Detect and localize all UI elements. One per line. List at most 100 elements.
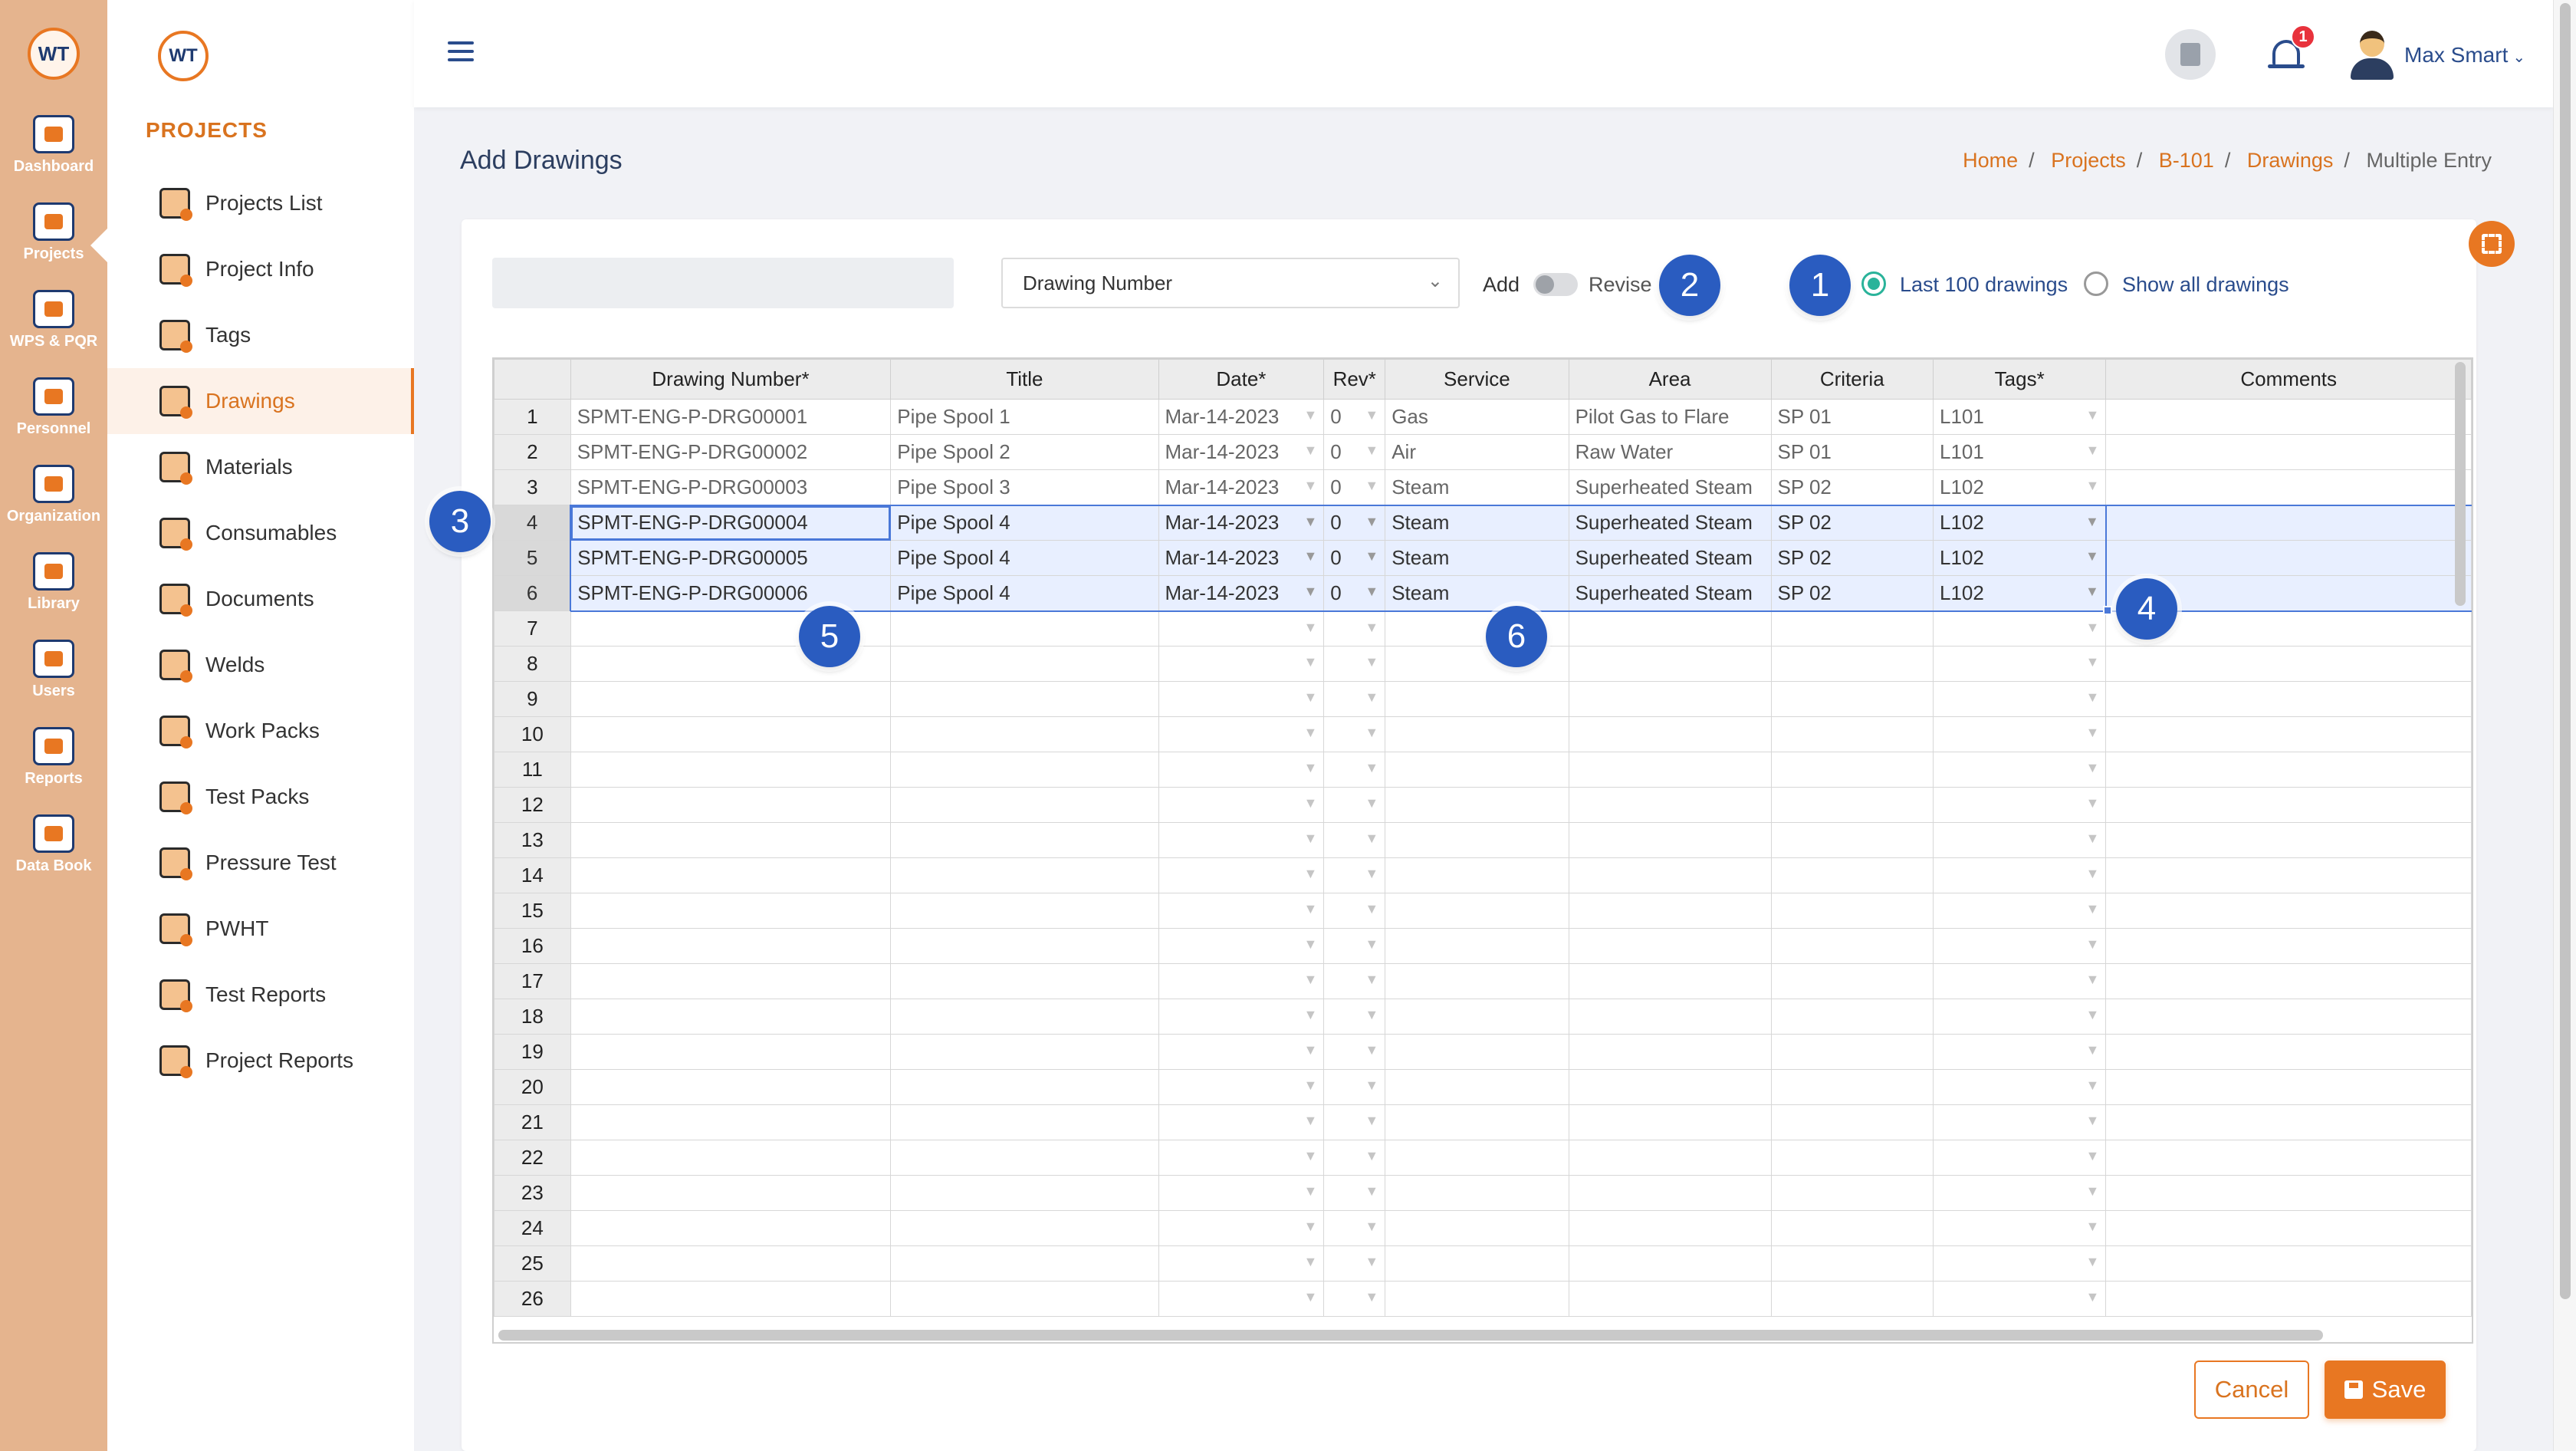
grid-cell[interactable]: 0 ▼ bbox=[1323, 540, 1386, 576]
grid-cell[interactable] bbox=[1770, 1140, 1934, 1176]
grid-cell[interactable]: ▼ bbox=[1932, 928, 2107, 964]
grid-cell[interactable] bbox=[570, 963, 892, 999]
grid-cell[interactable]: ▼ bbox=[1932, 857, 2107, 893]
grid-cell[interactable] bbox=[890, 646, 1159, 682]
grid-cell[interactable] bbox=[1770, 822, 1934, 858]
grid-cell[interactable]: ▼ bbox=[1323, 1069, 1386, 1105]
grid-cell[interactable] bbox=[2105, 540, 2472, 576]
rail-item-wps-pqr[interactable]: WPS & PQR bbox=[0, 290, 107, 350]
grid-cell[interactable]: ▼ bbox=[1158, 752, 1325, 788]
dropdown-arrow-icon[interactable]: ▼ bbox=[2086, 1254, 2100, 1270]
dropdown-arrow-icon[interactable]: ▼ bbox=[2086, 1007, 2100, 1023]
dropdown-arrow-icon[interactable]: ▼ bbox=[1303, 514, 1317, 530]
grid-cell[interactable] bbox=[1770, 752, 1934, 788]
grid-cell[interactable] bbox=[890, 1034, 1159, 1070]
grid-cell[interactable] bbox=[570, 822, 892, 858]
grid-cell[interactable]: ▼ bbox=[1158, 822, 1325, 858]
grid-cell[interactable]: ▼ bbox=[1323, 857, 1386, 893]
grid-cell[interactable] bbox=[1385, 681, 1569, 717]
grid-cell[interactable]: ▼ bbox=[1323, 752, 1386, 788]
grid-cell[interactable] bbox=[2105, 1210, 2472, 1246]
grid-cell[interactable] bbox=[2105, 434, 2472, 470]
grid-cell[interactable]: ▼ bbox=[1158, 928, 1325, 964]
dropdown-arrow-icon[interactable]: ▼ bbox=[1365, 795, 1378, 811]
grid-cell[interactable] bbox=[1770, 716, 1934, 752]
grid-cell[interactable]: ▼ bbox=[1932, 963, 2107, 999]
grid-cell[interactable]: ▼ bbox=[1158, 1210, 1325, 1246]
grid-cell[interactable]: ▼ bbox=[1932, 999, 2107, 1035]
dropdown-arrow-icon[interactable]: ▼ bbox=[1365, 407, 1378, 423]
row-number[interactable]: 26 bbox=[494, 1281, 571, 1317]
grid-cell[interactable] bbox=[890, 1104, 1159, 1140]
dropdown-arrow-icon[interactable]: ▼ bbox=[1365, 1289, 1378, 1305]
grid-cell[interactable] bbox=[570, 1034, 892, 1070]
grid-cell[interactable] bbox=[890, 681, 1159, 717]
grid-cell[interactable] bbox=[890, 928, 1159, 964]
row-number[interactable]: 25 bbox=[494, 1245, 571, 1282]
row-number[interactable]: 1 bbox=[494, 399, 571, 435]
grid-cell[interactable] bbox=[1770, 681, 1934, 717]
grid-cell[interactable]: Mar-14-2023 ▼ bbox=[1158, 434, 1325, 470]
grid-cell[interactable]: ▼ bbox=[1932, 610, 2107, 647]
grid-cell[interactable] bbox=[1568, 1069, 1772, 1105]
grid-cell[interactable] bbox=[1568, 1281, 1772, 1317]
dropdown-arrow-icon[interactable]: ▼ bbox=[1303, 407, 1317, 423]
column-header[interactable]: Tags* bbox=[1932, 359, 2107, 400]
dropdown-arrow-icon[interactable]: ▼ bbox=[1365, 620, 1378, 636]
grid-cell[interactable]: ▼ bbox=[1932, 1245, 2107, 1282]
dropdown-arrow-icon[interactable]: ▼ bbox=[1365, 443, 1378, 459]
grid-cell[interactable]: Pipe Spool 1 bbox=[890, 399, 1159, 435]
grid-cell[interactable] bbox=[890, 1175, 1159, 1211]
grid-cell[interactable] bbox=[890, 963, 1159, 999]
grid-cell[interactable]: ▼ bbox=[1932, 752, 2107, 788]
page-scrollbar[interactable] bbox=[2553, 0, 2576, 1451]
grid-cell[interactable]: Pipe Spool 4 bbox=[890, 504, 1159, 541]
grid-cell[interactable]: ▼ bbox=[1323, 999, 1386, 1035]
grid-cell[interactable]: Superheated Steam bbox=[1568, 540, 1772, 576]
grid-cell[interactable]: ▼ bbox=[1323, 928, 1386, 964]
grid-cell[interactable] bbox=[570, 787, 892, 823]
dropdown-arrow-icon[interactable]: ▼ bbox=[1303, 831, 1317, 847]
grid-cell[interactable] bbox=[1770, 999, 1934, 1035]
grid-cell[interactable] bbox=[1385, 999, 1569, 1035]
grid-cell[interactable] bbox=[2105, 646, 2472, 682]
grid-cell[interactable] bbox=[1385, 1245, 1569, 1282]
grid-cell[interactable]: SP 02 bbox=[1770, 575, 1934, 612]
dropdown-arrow-icon[interactable]: ▼ bbox=[1303, 548, 1317, 564]
grid-cell[interactable]: ▼ bbox=[1158, 716, 1325, 752]
grid-cell[interactable] bbox=[570, 999, 892, 1035]
sidebar-item-projects-list[interactable]: Projects List bbox=[107, 170, 414, 236]
dropdown-arrow-icon[interactable]: ▼ bbox=[1303, 584, 1317, 600]
grid-cell[interactable]: ▼ bbox=[1158, 857, 1325, 893]
fullscreen-expand-icon[interactable] bbox=[2469, 221, 2515, 267]
sidebar-item-test-packs[interactable]: Test Packs bbox=[107, 764, 414, 830]
grid-cell[interactable]: Gas bbox=[1385, 399, 1569, 435]
dropdown-arrow-icon[interactable]: ▼ bbox=[1365, 760, 1378, 776]
dropdown-arrow-icon[interactable]: ▼ bbox=[2086, 1219, 2100, 1235]
grid-cell[interactable] bbox=[1385, 716, 1569, 752]
grid-cell[interactable] bbox=[2105, 1104, 2472, 1140]
row-number[interactable]: 7 bbox=[494, 610, 571, 647]
dropdown-arrow-icon[interactable]: ▼ bbox=[1365, 1078, 1378, 1094]
grid-cell[interactable]: ▼ bbox=[1323, 1281, 1386, 1317]
grid-cell[interactable] bbox=[1770, 1245, 1934, 1282]
dropdown-arrow-icon[interactable]: ▼ bbox=[2086, 866, 2100, 882]
grid-cell[interactable] bbox=[1385, 1140, 1569, 1176]
grid-cell[interactable] bbox=[890, 857, 1159, 893]
column-header[interactable]: Rev* bbox=[1323, 359, 1386, 400]
grid-cell[interactable]: ▼ bbox=[1158, 1104, 1325, 1140]
column-header[interactable]: Title bbox=[890, 359, 1159, 400]
grid-cell[interactable]: 0 ▼ bbox=[1323, 575, 1386, 612]
dropdown-arrow-icon[interactable]: ▼ bbox=[2086, 1113, 2100, 1129]
grid-cell[interactable]: ▼ bbox=[1323, 646, 1386, 682]
row-number[interactable]: 23 bbox=[494, 1175, 571, 1211]
grid-cell[interactable]: ▼ bbox=[1323, 681, 1386, 717]
sidebar-item-consumables[interactable]: Consumables bbox=[107, 500, 414, 566]
grid-cell[interactable] bbox=[570, 1140, 892, 1176]
dropdown-arrow-icon[interactable]: ▼ bbox=[1303, 1042, 1317, 1058]
grid-cell[interactable]: Pipe Spool 3 bbox=[890, 469, 1159, 505]
grid-cell[interactable]: SPMT-ENG-P-DRG00006 bbox=[570, 575, 892, 612]
dropdown-arrow-icon[interactable]: ▼ bbox=[1365, 1042, 1378, 1058]
dropdown-arrow-icon[interactable]: ▼ bbox=[1303, 972, 1317, 988]
grid-cell[interactable]: ▼ bbox=[1323, 1034, 1386, 1070]
